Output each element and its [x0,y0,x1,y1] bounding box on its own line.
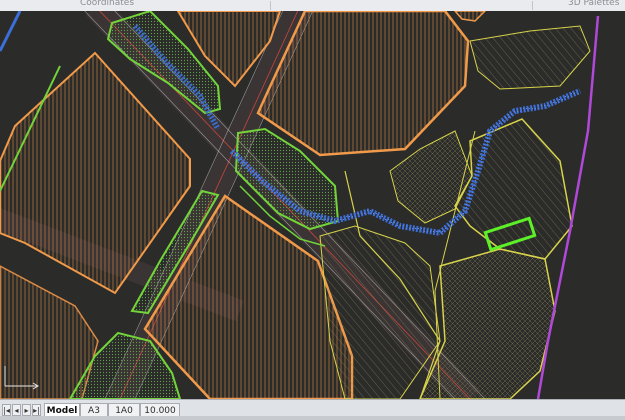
last-layout-button[interactable]: ▸| [32,404,41,416]
status-strip [0,416,625,420]
drawing-canvas[interactable] [0,11,625,399]
coordinates-label: Coordinates [80,0,135,8]
toolbar-divider [270,1,271,10]
cad-window: Coordinates 3D Palettes |◂ ◂ ▸ ▸| Model … [0,0,625,420]
next-layout-button[interactable]: ▸ [22,404,31,416]
palettes-label: 3D Palettes [568,0,620,8]
first-layout-button[interactable]: |◂ [2,404,11,416]
previous-layout-button[interactable]: ◂ [12,404,21,416]
toolbar-divider [532,1,533,10]
